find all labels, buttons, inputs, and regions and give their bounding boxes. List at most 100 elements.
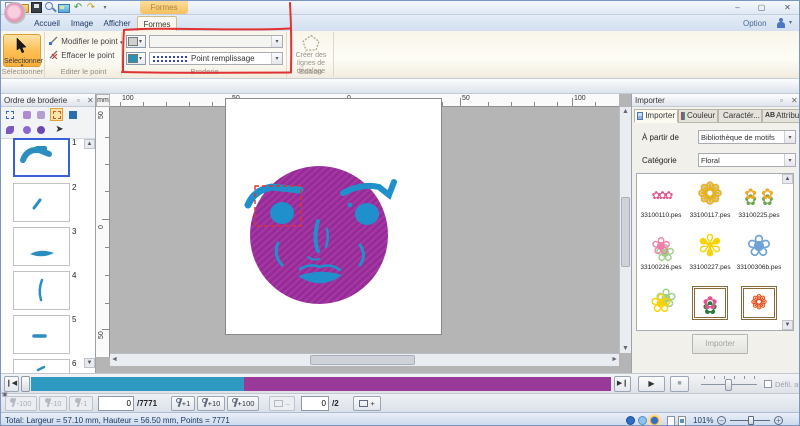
order-item-1[interactable] xyxy=(13,138,70,177)
option-menu[interactable]: Option xyxy=(743,16,767,31)
outline-stitch-dropdown[interactable]: ▾ xyxy=(149,35,283,48)
tab-accueil[interactable]: Accueil xyxy=(29,16,65,31)
ungroup-objects-icon[interactable] xyxy=(34,108,47,121)
import-button[interactable]: Importer xyxy=(692,334,748,354)
select-cursor-icon[interactable]: ➤ xyxy=(53,123,66,136)
hoop-next-button[interactable]: + xyxy=(353,396,381,411)
hscroll-thumb[interactable] xyxy=(310,355,415,365)
tab-importer[interactable]: Importer xyxy=(634,109,678,123)
pattern-thumb-33100110[interactable]: 33100110.pes xyxy=(638,178,684,219)
stop-button[interactable]: ■ xyxy=(670,376,689,392)
progress-slider-handle[interactable] xyxy=(21,376,30,392)
show-frame-icon[interactable] xyxy=(50,108,63,121)
tab-attributs[interactable]: AB Attribut... xyxy=(762,109,800,123)
tab-image[interactable]: Image xyxy=(67,16,97,31)
order-item-2[interactable] xyxy=(13,183,70,222)
optimize-order-icon[interactable] xyxy=(3,108,16,121)
progress-track-remaining[interactable] xyxy=(244,377,611,391)
stitch-fwd-100-button[interactable]: +100 xyxy=(227,396,259,411)
save-icon[interactable] xyxy=(31,2,43,14)
progress-track-sewn[interactable] xyxy=(31,377,244,391)
order-scroll-up-icon[interactable]: ▲ xyxy=(84,139,95,149)
outline-color-button[interactable]: ▾ xyxy=(126,35,146,48)
canvas-vertical-scrollbar[interactable]: ▲ ▼ xyxy=(619,107,631,353)
scroll-right-icon[interactable]: ► xyxy=(611,356,618,363)
go-to-start-button[interactable]: ❙◀ xyxy=(4,376,19,392)
stitch-fwd-1-button[interactable]: +1 xyxy=(171,396,195,411)
go-to-end-button[interactable]: ▶❙ xyxy=(614,376,631,392)
stitch-back-10-button[interactable]: -10 xyxy=(39,396,67,411)
import-pin-icon[interactable]: ▫ xyxy=(780,94,783,107)
design-page-icon[interactable] xyxy=(58,2,70,14)
move-later-icon[interactable] xyxy=(34,123,47,136)
modify-point-button[interactable]: Modifier le point ▾ xyxy=(49,36,122,49)
category-dropdown[interactable]: Floral ▾ xyxy=(698,153,796,167)
fill-color-button[interactable]: ▾ xyxy=(126,52,146,65)
order-item-6[interactable] xyxy=(13,359,70,373)
redo-icon[interactable]: ↷ xyxy=(85,2,97,14)
stitch-back-1-button[interactable]: -1 xyxy=(69,396,93,411)
order-scroll-down-icon[interactable]: ▼ xyxy=(84,358,95,368)
user-account-icon[interactable] xyxy=(777,18,785,28)
offset-lines-button[interactable]: Créer des lignes de décalage xyxy=(288,34,334,56)
stitch-back-100-button[interactable]: -100 xyxy=(5,396,37,411)
group-objects-icon[interactable] xyxy=(20,108,33,121)
tab-formes[interactable]: Formes xyxy=(137,16,177,31)
scroll-up-icon[interactable]: ▲ xyxy=(622,108,629,115)
erase-point-button[interactable]: Effacer le point xyxy=(49,50,114,62)
from-dropdown[interactable]: Bibliothèque de motifs ▾ xyxy=(698,130,796,144)
current-hoop-input[interactable] xyxy=(301,396,329,411)
stitch-view-toggle-icon[interactable] xyxy=(638,416,647,425)
zoom-in-icon[interactable]: + xyxy=(774,416,783,425)
auto-scroll-checkbox[interactable] xyxy=(764,380,772,388)
tab-couleur[interactable]: Couleur xyxy=(678,109,718,123)
import-close-icon[interactable]: ✕ xyxy=(791,94,798,107)
user-menu-chevron-icon[interactable]: ▾ xyxy=(789,19,792,26)
panel-pin-icon[interactable]: ▫ xyxy=(77,94,80,107)
restore-button[interactable]: ▢ xyxy=(753,3,770,13)
vscroll-thumb[interactable] xyxy=(621,197,630,267)
move-earlier-icon[interactable] xyxy=(20,123,33,136)
undo-icon[interactable]: ↶ xyxy=(72,2,84,14)
pattern-thumb-33100306b[interactable]: 33100306b.pes xyxy=(736,230,782,271)
design-page[interactable] xyxy=(225,98,442,335)
pattern-thumb-33100227[interactable]: 33100227.pes xyxy=(687,230,733,271)
fill-stitch-dropdown[interactable]: Point remplissage ▾ xyxy=(149,52,283,65)
current-stitch-input[interactable] xyxy=(98,396,134,411)
toolbar-options-chevron-icon[interactable]: ▾ xyxy=(99,2,111,14)
pattern-thumb-framed-red[interactable] xyxy=(736,286,782,320)
pattern-thumb-framed-tulip[interactable] xyxy=(687,286,733,320)
pattern-thumb-33100226[interactable]: 33100226.pes xyxy=(638,230,684,271)
solid-view-icon[interactable] xyxy=(66,108,79,121)
grid-scroll-down-icon[interactable]: ▼ xyxy=(782,320,793,330)
app-logo-flower-icon[interactable] xyxy=(4,2,26,24)
page-view-icon[interactable] xyxy=(667,416,675,426)
reorder-first-icon[interactable] xyxy=(3,123,16,136)
solid-view-toggle-icon[interactable] xyxy=(626,416,635,425)
order-item-4[interactable] xyxy=(13,271,70,310)
scroll-down-icon[interactable]: ▼ xyxy=(622,345,629,352)
pattern-thumb-daffodil[interactable] xyxy=(638,286,684,320)
zoom-tool-icon[interactable] xyxy=(45,2,57,14)
tab-caracteristiques[interactable]: Caractér... xyxy=(718,109,762,123)
minimize-button[interactable]: – xyxy=(729,3,746,13)
play-button[interactable]: ▶ xyxy=(638,376,665,392)
hoop-prev-button[interactable]: – xyxy=(269,396,295,411)
pattern-thumb-33100225[interactable]: 33100225.pes xyxy=(736,178,782,219)
page-fit-icon[interactable] xyxy=(678,416,686,426)
panel-close-icon[interactable]: ✕ xyxy=(87,94,94,107)
canvas-horizontal-scrollbar[interactable]: ◄ ► xyxy=(110,353,619,366)
zoom-out-icon[interactable]: – xyxy=(717,416,726,425)
speed-slider-thumb[interactable] xyxy=(725,379,732,391)
zoom-slider-thumb[interactable] xyxy=(748,416,754,425)
order-item-3[interactable] xyxy=(13,227,70,266)
realistic-view-toggle-icon[interactable] xyxy=(650,416,659,425)
grid-scroll-up-icon[interactable]: ▲ xyxy=(782,174,793,184)
close-button[interactable]: ✕ xyxy=(779,3,796,13)
tab-afficher[interactable]: Afficher xyxy=(99,16,135,31)
scroll-left-icon[interactable]: ◄ xyxy=(111,356,118,363)
pattern-thumb-33100117[interactable]: 33100117.pes xyxy=(687,178,733,219)
select-tool-button[interactable]: Sélectionner ▾ xyxy=(3,34,41,67)
stitch-fwd-10-button[interactable]: +10 xyxy=(197,396,225,411)
order-item-5[interactable] xyxy=(13,315,70,354)
